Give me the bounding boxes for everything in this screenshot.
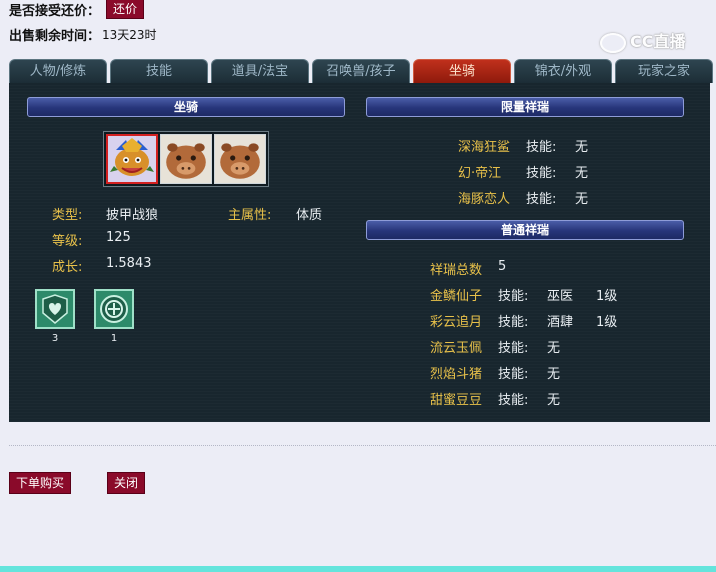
dragon-icon — [108, 136, 156, 182]
close-button[interactable]: 关闭 — [107, 472, 145, 494]
accept-counter-offer-label: 是否接受还价： — [9, 3, 101, 19]
logo-disc-icon — [600, 32, 626, 53]
mount-portrait-dragon[interactable] — [106, 134, 158, 184]
buy-button[interactable]: 下单购买 — [9, 472, 71, 494]
tab-skills[interactable]: 技能 — [110, 59, 208, 83]
limited-item-name: 深海狂鲨 — [458, 140, 511, 155]
normal-skill-label: 技能: — [498, 341, 529, 356]
growth-value: 1.5843 — [106, 256, 152, 271]
boar-icon — [161, 135, 211, 183]
normal-item-name: 甜蜜豆豆 — [430, 393, 483, 408]
level-value: 125 — [106, 230, 131, 245]
limited-item-name: 幻·帝江 — [458, 166, 502, 181]
limited-skill-value: 无 — [575, 166, 589, 181]
main-attribute-label: 主属性: — [228, 208, 272, 223]
normal-item-name: 金鳞仙子 — [430, 289, 483, 304]
limited-section-header: 限量祥瑞 — [366, 97, 684, 117]
watermark-logo: CC直播 — [600, 28, 686, 53]
accept-counter-offer-row: 是否接受还价： 还价 — [9, 0, 145, 19]
limited-item-name: 海豚恋人 — [458, 192, 511, 207]
tab-summons[interactable]: 召唤兽/孩子 — [312, 59, 410, 83]
normal-skill-value: 无 — [547, 367, 561, 382]
normal-skill-label: 技能: — [498, 367, 529, 382]
counter-offer-button[interactable]: 还价 — [106, 0, 145, 19]
normal-skill-value: 巫医 — [547, 289, 574, 304]
divider — [9, 445, 716, 446]
tab-outfits[interactable]: 锦衣/外观 — [514, 59, 612, 83]
normal-total-value: 5 — [498, 259, 507, 274]
normal-skill-value: 无 — [547, 393, 561, 408]
mount-panel: 坐骑 限量祥瑞 类型: 披甲战狼 主属性: 体质 等级: 125 成长: 1.5… — [9, 83, 710, 422]
heart-shield-icon[interactable] — [35, 289, 75, 329]
limited-skill-label: 技能: — [526, 192, 557, 207]
normal-total-label: 祥瑞总数 — [430, 263, 483, 278]
mount-portrait-boar-2[interactable] — [214, 134, 266, 184]
normal-skill-level: 1级 — [596, 289, 618, 304]
tab-player-home[interactable]: 玩家之家 — [615, 59, 713, 83]
limited-skill-value: 无 — [575, 140, 589, 155]
boar-icon — [215, 135, 265, 183]
limited-skill-label: 技能: — [526, 166, 557, 181]
main-attribute-value: 体质 — [296, 208, 323, 223]
growth-label: 成长: — [52, 260, 83, 275]
limited-skill-value: 无 — [575, 192, 589, 207]
normal-item-name: 彩云追月 — [430, 315, 483, 330]
normal-section-header: 普通祥瑞 — [366, 220, 684, 240]
level-label: 等级: — [52, 234, 83, 249]
tab-mounts[interactable]: 坐骑 — [413, 59, 511, 83]
mount-portrait-strip — [103, 131, 269, 187]
bottom-accent-line — [0, 566, 716, 572]
normal-skill-label: 技能: — [498, 315, 529, 330]
remaining-time-row: 出售剩余时间： 13天23时 — [9, 25, 157, 44]
type-label: 类型: — [52, 208, 83, 223]
type-value: 披甲战狼 — [106, 208, 159, 223]
mount-section-header: 坐骑 — [27, 97, 345, 117]
tab-bar: 人物/修炼 技能 道具/法宝 召唤兽/孩子 坐骑 锦衣/外观 玩家之家 — [9, 59, 713, 83]
stat-count-1: 3 — [51, 333, 59, 344]
tab-character[interactable]: 人物/修炼 — [9, 59, 107, 83]
remaining-time-label: 出售剩余时间： — [9, 28, 101, 44]
tab-items[interactable]: 道具/法宝 — [211, 59, 309, 83]
logo-text: CC直播 — [630, 32, 686, 51]
normal-skill-level: 1级 — [596, 315, 618, 330]
normal-skill-label: 技能: — [498, 289, 529, 304]
normal-skill-value: 无 — [547, 341, 561, 356]
normal-item-name: 烈焰斗猪 — [430, 367, 483, 382]
coin-emblem-icon[interactable] — [94, 289, 134, 329]
normal-skill-value: 酒肆 — [547, 315, 574, 330]
limited-skill-label: 技能: — [526, 140, 557, 155]
mount-portrait-boar-1[interactable] — [160, 134, 212, 184]
normal-item-name: 流云玉佩 — [430, 341, 483, 356]
normal-skill-label: 技能: — [498, 393, 529, 408]
stat-count-2: 1 — [110, 333, 118, 344]
remaining-time-value: 13天23时 — [102, 27, 157, 42]
